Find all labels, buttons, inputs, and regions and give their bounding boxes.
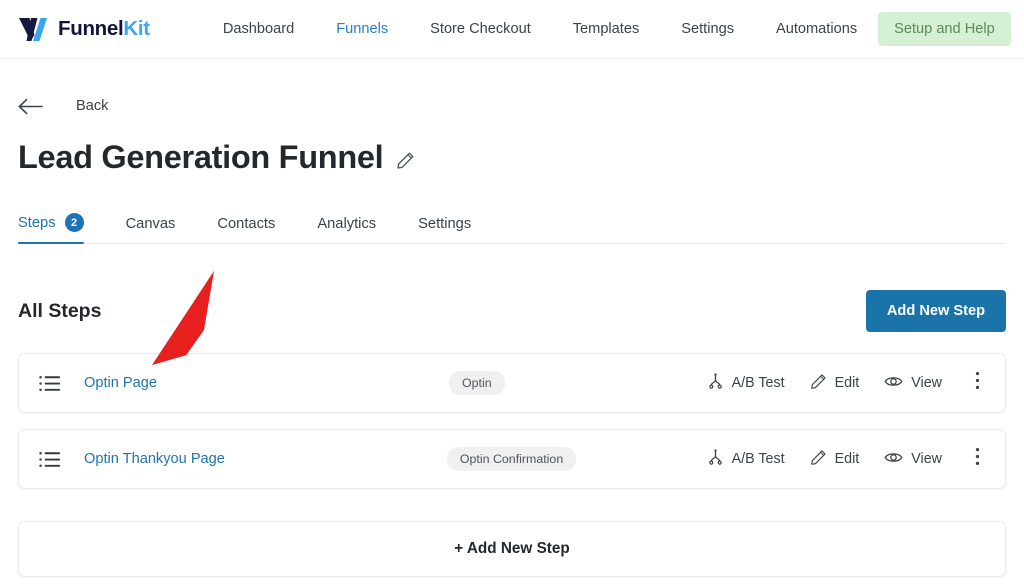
view-button[interactable]: View — [884, 446, 942, 473]
nav-item-funnels[interactable]: Funnels — [315, 15, 409, 43]
tab-contacts[interactable]: Contacts — [217, 216, 297, 243]
eye-icon — [884, 374, 903, 393]
main-nav-links: Dashboard Funnels Store Checkout Templat… — [202, 15, 878, 43]
arrow-left-icon[interactable] — [18, 98, 43, 115]
all-steps-header: All Steps Add New Step — [18, 290, 1006, 332]
list-drag-handle-icon[interactable] — [39, 451, 61, 468]
vertical-dots-icon — [975, 447, 980, 471]
view-button[interactable]: View — [884, 370, 942, 397]
vertical-dots-icon — [975, 371, 980, 395]
step-actions: A/B Test Edit View — [707, 445, 986, 474]
nav-item-settings[interactable]: Settings — [660, 15, 755, 43]
nav-item-automations[interactable]: Automations — [755, 15, 878, 43]
tab-steps-label: Steps — [18, 214, 56, 231]
tab-steps-badge: 2 — [64, 213, 84, 232]
ab-test-button[interactable]: A/B Test — [707, 445, 785, 474]
table-row[interactable]: Optin Page Optin A/B Test Edit View — [18, 353, 1006, 413]
eye-icon — [884, 450, 903, 469]
status-badge: Optin — [449, 371, 505, 395]
step-name-link[interactable]: Optin Thankyou Page — [84, 451, 225, 467]
pencil-icon[interactable] — [396, 145, 415, 170]
add-new-step-button[interactable]: Add New Step — [865, 290, 1006, 332]
brand-text-blue: Kit — [123, 17, 150, 40]
funnel-tabs: Steps 2 Canvas Contacts Analytics Settin… — [18, 204, 1006, 244]
edit-label: Edit — [834, 375, 860, 391]
page-content: Back Lead Generation Funnel Steps 2 Canv… — [0, 79, 1024, 577]
ab-test-label: A/B Test — [731, 451, 785, 467]
step-name-link[interactable]: Optin Page — [84, 375, 157, 391]
tab-analytics-label: Analytics — [317, 216, 377, 232]
tab-analytics[interactable]: Analytics — [317, 216, 398, 243]
tab-settings-label: Settings — [418, 216, 472, 232]
funnelkit-v-logo-icon — [18, 17, 51, 42]
row-more-menu-button[interactable] — [969, 445, 986, 473]
page-title: Lead Generation Funnel — [18, 139, 384, 175]
table-row[interactable]: Optin Thankyou Page Optin Confirmation A… — [18, 429, 1006, 489]
pencil-icon — [810, 373, 827, 394]
ab-test-button[interactable]: A/B Test — [707, 369, 785, 398]
brand-wordmark: FunnelKit — [58, 17, 150, 41]
tab-steps[interactable]: Steps 2 — [18, 213, 106, 244]
nav-item-templates[interactable]: Templates — [552, 15, 661, 43]
edit-button[interactable]: Edit — [810, 445, 860, 474]
tab-canvas-label: Canvas — [125, 216, 176, 232]
view-label: View — [911, 375, 942, 391]
edit-label: Edit — [834, 451, 860, 467]
ab-split-icon — [707, 448, 724, 470]
back-navigation[interactable]: Back — [18, 79, 1006, 133]
ab-split-icon — [707, 372, 724, 394]
row-more-menu-button[interactable] — [969, 369, 986, 397]
tab-settings[interactable]: Settings — [418, 216, 493, 243]
ab-test-label: A/B Test — [731, 375, 785, 391]
pencil-icon — [810, 449, 827, 470]
tab-contacts-label: Contacts — [217, 216, 276, 232]
step-actions: A/B Test Edit View — [707, 369, 986, 398]
brand-logo[interactable]: FunnelKit — [18, 17, 150, 42]
tab-canvas[interactable]: Canvas — [126, 216, 198, 243]
setup-and-help-button[interactable]: Setup and Help — [878, 12, 1011, 46]
nav-item-store-checkout[interactable]: Store Checkout — [409, 15, 552, 43]
nav-item-dashboard[interactable]: Dashboard — [202, 15, 315, 43]
all-steps-heading: All Steps — [18, 299, 102, 322]
top-navigation-bar: FunnelKit Dashboard Funnels Store Checko… — [0, 0, 1024, 59]
status-badge: Optin Confirmation — [446, 447, 577, 471]
brand-text-dark: Funnel — [58, 17, 124, 40]
list-drag-handle-icon[interactable] — [39, 375, 61, 392]
add-new-step-ghost-button[interactable]: + Add New Step — [18, 521, 1006, 577]
view-label: View — [911, 451, 942, 467]
funnel-title-row: Lead Generation Funnel — [18, 139, 1006, 176]
edit-button[interactable]: Edit — [810, 369, 860, 398]
back-label[interactable]: Back — [76, 98, 108, 114]
